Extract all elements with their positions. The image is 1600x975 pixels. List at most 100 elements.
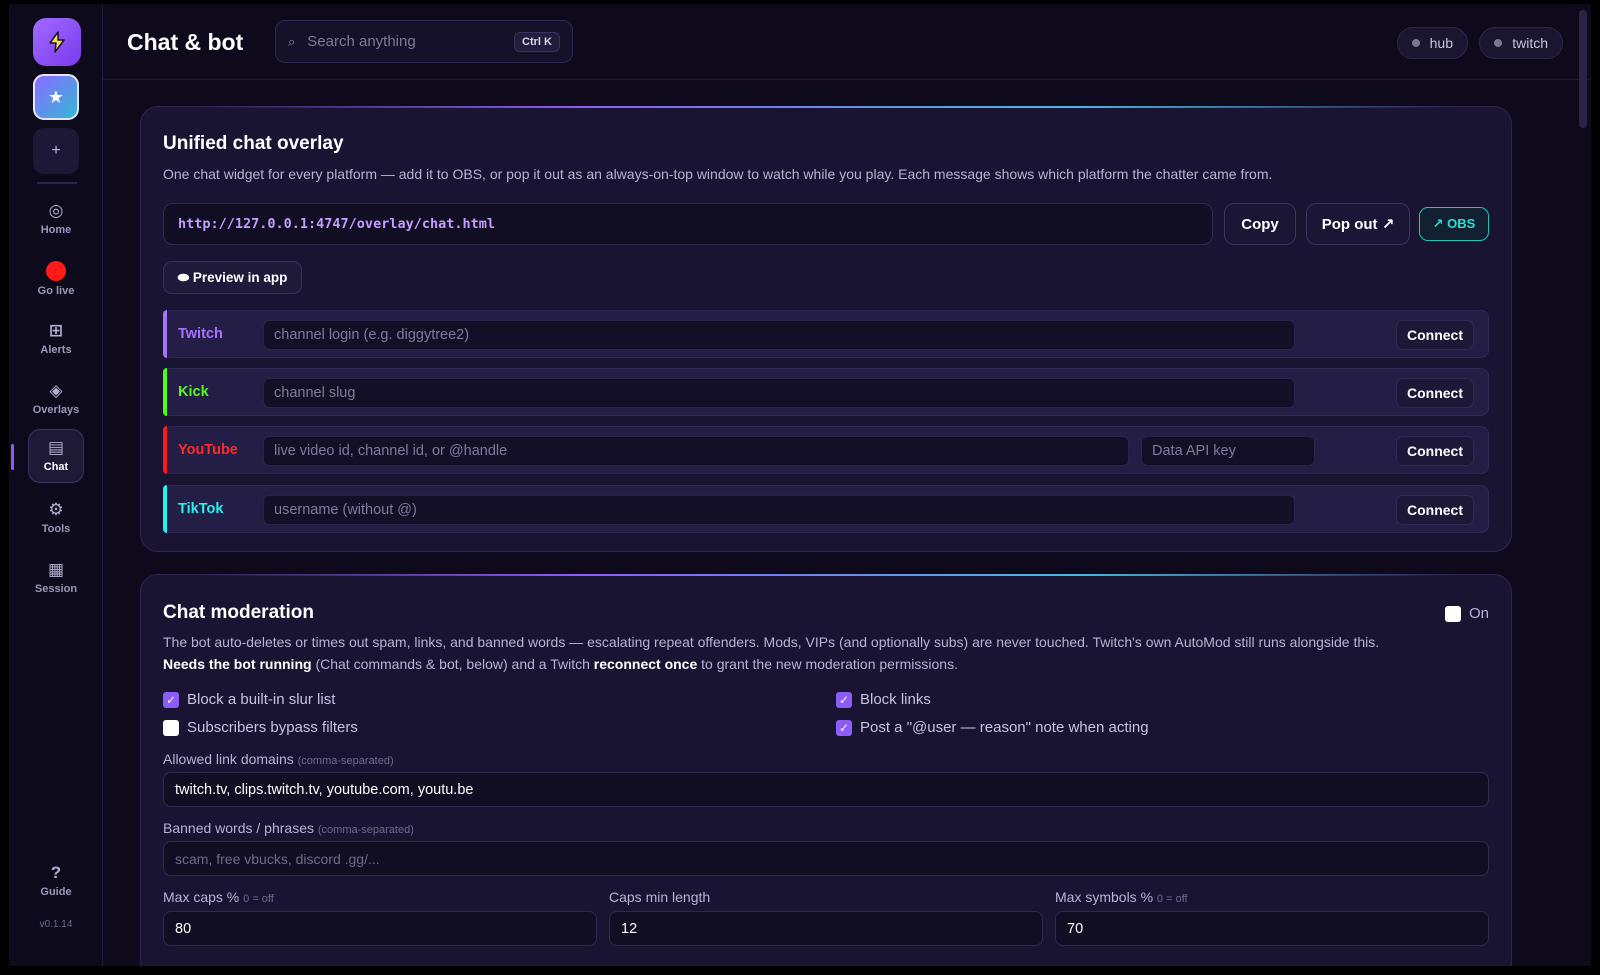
grid-icon: ⊞ <box>48 321 64 340</box>
youtube-connect-button[interactable]: Connect <box>1396 436 1474 466</box>
hub-status-pill[interactable]: hub <box>1396 27 1468 59</box>
add-profile-button[interactable]: + <box>33 128 79 174</box>
checkbox-checked-icon[interactable]: ✓ <box>163 691 179 708</box>
pill-label: twitch <box>1512 35 1548 51</box>
overlay-url-field[interactable]: http://127.0.0.1:4747/overlay/chat.html <box>163 203 1213 245</box>
sidebar-item-chat[interactable]: ▤ Chat <box>28 429 84 483</box>
checkbox-checked-icon[interactable]: ✓ <box>836 691 852 708</box>
sidebar-item-label: Alerts <box>40 344 72 356</box>
chat-moderation-card: Chat moderation On The bot auto-deletes … <box>140 574 1512 966</box>
youtube-channel-input[interactable]: live video id, channel id, or @handle <box>263 436 1129 466</box>
platform-name: TikTok <box>178 501 224 517</box>
card-title: Unified chat overlay <box>163 133 344 154</box>
desc-emphasis: reconnect once <box>593 656 698 672</box>
platform-name: Kick <box>178 384 209 400</box>
toggle-label: On <box>1468 605 1489 622</box>
plus-icon: + <box>51 142 61 159</box>
check-label: Block a built-in slur list <box>187 691 336 708</box>
label-hint: (comma-separated) <box>297 755 394 767</box>
sidebar-item-session[interactable]: ▦ Session <box>31 551 81 605</box>
platform-accent <box>163 310 167 358</box>
check-label: Post a "@user — reason" note when acting <box>860 719 1149 736</box>
sidebar-item-label: Chat <box>43 461 69 473</box>
allowed-domains-label: Allowed link domains (comma-separated) <box>163 751 394 767</box>
banned-words-label: Banned words / phrases (comma-separated) <box>163 820 414 836</box>
desc-text: (Chat commands & bot, below) and a Twitc… <box>311 656 594 672</box>
sidebar-item-label: Guide <box>40 886 72 898</box>
sidebar-item-go-live[interactable]: Go live <box>31 252 81 306</box>
preview-in-app-button[interactable]: ⬬ Preview in app <box>163 261 302 294</box>
sidebar-item-guide[interactable]: ? Guide <box>31 854 81 908</box>
status-dot-icon <box>1411 39 1420 47</box>
checkbox-unchecked-icon[interactable] <box>163 719 179 736</box>
platform-accent <box>163 368 167 416</box>
sidebar-item-overlays[interactable]: ◈ Overlays <box>31 372 81 426</box>
sidebar-item-label: Session <box>34 583 78 595</box>
label-hint: 0 = off <box>1156 893 1188 905</box>
calendar-icon: ▦ <box>47 560 65 579</box>
twitch-channel-input[interactable]: channel login (e.g. diggytree2) <box>263 320 1295 350</box>
search-input[interactable]: ⌕ Search anything Ctrl K <box>275 20 573 63</box>
obs-button[interactable]: ↗ OBS <box>1419 207 1489 241</box>
pop-out-button[interactable]: Pop out ↗ <box>1306 203 1410 245</box>
kick-channel-input[interactable]: channel slug <box>263 378 1295 408</box>
search-shortcut-badge: Ctrl K <box>514 31 560 52</box>
platform-row-tiktok: TikTok username (without @) Connect <box>163 485 1489 533</box>
star-icon: ★ <box>47 86 65 107</box>
allowed-domains-input[interactable]: twitch.tv, clips.twitch.tv, youtube.com,… <box>163 772 1489 807</box>
sidebar-item-home[interactable]: ◎ Home <box>31 192 81 246</box>
sidebar: ★ + ◎ Home Go live ⊞ Alerts ◈ Overlays ▤… <box>9 4 103 966</box>
max-symbols-label: Max symbols % 0 = off <box>1055 889 1188 905</box>
label-text: Banned words / phrases <box>163 820 314 836</box>
main-content: Unified chat overlay One chat widget for… <box>103 81 1573 966</box>
copy-button[interactable]: Copy <box>1224 203 1296 245</box>
question-icon: ? <box>50 863 62 882</box>
twitch-connect-button[interactable]: Connect <box>1396 320 1474 350</box>
max-caps-input[interactable]: 80 <box>163 911 597 946</box>
gear-icon: ⚙ <box>48 500 64 519</box>
tiktok-username-input[interactable]: username (without @) <box>263 495 1295 525</box>
sidebar-item-label: Home <box>40 224 72 236</box>
twitch-status-pill[interactable]: twitch <box>1479 27 1563 59</box>
sidebar-item-tools[interactable]: ⚙ Tools <box>31 491 81 545</box>
label-text: Max caps % <box>163 889 240 905</box>
check-subscribers-bypass[interactable]: Subscribers bypass filters <box>163 719 358 736</box>
desc-emphasis: Needs the bot running <box>163 656 312 672</box>
label-hint: 0 = off <box>243 893 274 905</box>
chat-list-icon: ▤ <box>47 438 65 457</box>
platform-name: YouTube <box>178 442 238 458</box>
checkbox-checked-icon[interactable]: ✓ <box>836 719 852 736</box>
sidebar-item-alerts[interactable]: ⊞ Alerts <box>31 312 81 366</box>
check-block-slur-list[interactable]: ✓ Block a built-in slur list <box>163 691 335 708</box>
app-version: v0.1.14 <box>39 919 73 930</box>
kick-connect-button[interactable]: Connect <box>1396 378 1474 408</box>
platform-name: Twitch <box>178 326 223 342</box>
main-scrollbar[interactable] <box>1579 10 1587 128</box>
platform-row-kick: Kick channel slug Connect <box>163 368 1489 416</box>
check-post-note[interactable]: ✓ Post a "@user — reason" note when acti… <box>836 719 1149 736</box>
caps-min-length-label: Caps min length <box>609 889 711 905</box>
toggle-checkbox[interactable] <box>1444 605 1461 622</box>
desc-text: to grant the new moderation permissions. <box>697 656 958 672</box>
top-header: Chat & bot ⌕ Search anything Ctrl K hub … <box>103 4 1591 80</box>
unified-chat-overlay-card: Unified chat overlay One chat widget for… <box>140 106 1512 552</box>
active-nav-indicator <box>11 444 14 470</box>
app-logo-bolt-icon[interactable] <box>33 18 81 66</box>
max-symbols-input[interactable]: 70 <box>1055 911 1489 946</box>
profile-star-button[interactable]: ★ <box>33 74 79 120</box>
check-block-links[interactable]: ✓ Block links <box>836 691 931 708</box>
max-caps-label: Max caps % 0 = off <box>163 889 274 905</box>
card-description: The bot auto-deletes or times out spam, … <box>163 631 1503 675</box>
banned-words-input[interactable]: scam, free vbucks, discord .gg/... <box>163 841 1489 876</box>
page-title: Chat & bot <box>127 29 244 55</box>
label-text: Allowed link domains <box>163 751 294 767</box>
platform-row-twitch: Twitch channel login (e.g. diggytree2) C… <box>163 310 1489 358</box>
platform-row-youtube: YouTube live video id, channel id, or @h… <box>163 426 1489 474</box>
tiktok-connect-button[interactable]: Connect <box>1396 495 1474 525</box>
record-dot-icon <box>46 261 66 281</box>
youtube-api-key-input[interactable]: Data API key <box>1141 436 1315 466</box>
card-title: Chat moderation <box>163 602 314 623</box>
moderation-toggle[interactable]: On <box>1444 605 1489 622</box>
diamond-icon: ◈ <box>49 381 63 400</box>
caps-min-length-input[interactable]: 12 <box>609 911 1043 946</box>
